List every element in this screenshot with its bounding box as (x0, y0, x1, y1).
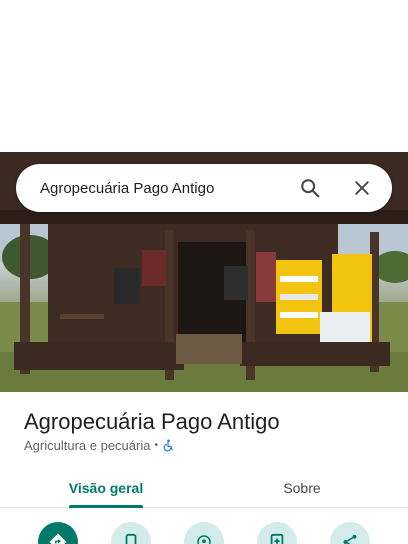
directions-icon (49, 533, 67, 544)
share-button[interactable] (330, 522, 370, 544)
call-button[interactable] (111, 522, 151, 544)
separator-dot: • (154, 440, 158, 451)
active-tab-indicator (69, 505, 143, 508)
search-icon (301, 179, 320, 198)
tab-about[interactable]: Sobre (252, 468, 352, 508)
nearby-button[interactable] (184, 522, 224, 544)
clear-search-button[interactable] (346, 172, 378, 204)
location-icon (197, 535, 211, 544)
directions-button[interactable] (38, 522, 78, 544)
action-buttons (0, 522, 408, 544)
close-icon (355, 181, 369, 195)
save-button[interactable] (257, 522, 297, 544)
place-category: Agricultura e pecuária (24, 438, 151, 453)
tab-overview[interactable]: Visão geral (56, 468, 156, 508)
wheelchair-icon (163, 439, 173, 452)
search-bar[interactable]: Agropecuária Pago Antigo (16, 164, 392, 212)
save-icon (270, 533, 284, 544)
place-tabs: Visão geral Sobre (0, 468, 408, 508)
phone-icon (125, 533, 137, 544)
place-title: Agropecuária Pago Antigo (24, 409, 280, 434)
share-icon (343, 534, 357, 544)
search-button[interactable] (294, 172, 326, 204)
search-input[interactable]: Agropecuária Pago Antigo (40, 180, 294, 197)
place-subtitle: Agricultura e pecuária • (24, 438, 174, 453)
